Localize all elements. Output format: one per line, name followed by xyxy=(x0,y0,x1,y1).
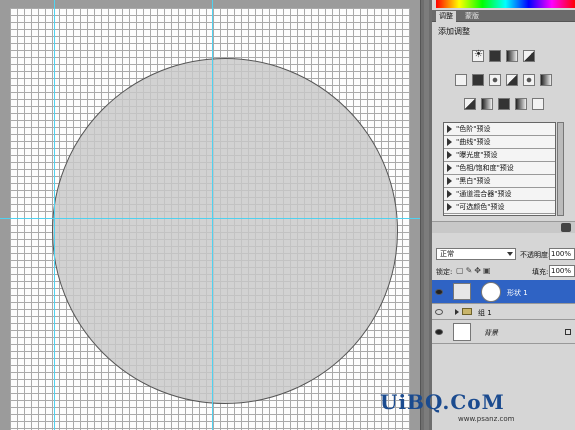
visibility-toggle-icon[interactable] xyxy=(435,309,443,315)
expand-group-icon[interactable] xyxy=(455,309,459,315)
adjustment-icons-row-1 xyxy=(432,49,575,64)
guide-vertical-center[interactable] xyxy=(212,0,213,430)
photoshop-window: 调整 蒙版 添加调整 ☀ "色阶"预设 "曲线"预设 "曝光度"预设 "色相/饱… xyxy=(0,0,575,430)
visibility-eye-icon[interactable] xyxy=(435,329,443,335)
layer-row-shape[interactable]: 形状 1 xyxy=(432,280,575,304)
color-spectrum-bar[interactable] xyxy=(436,0,575,8)
preset-item-exposure[interactable]: "曝光度"预设 xyxy=(444,149,555,162)
channel-mixer-icon[interactable] xyxy=(540,74,552,86)
expand-triangle-icon xyxy=(447,177,452,185)
lock-options[interactable]: ▢✎✥▣ xyxy=(456,266,493,275)
layer-fill-thumbnail[interactable] xyxy=(453,283,471,300)
layer-row-background[interactable]: 背景 xyxy=(432,320,575,344)
preset-item-selective-color[interactable]: "可选颜色"预设 xyxy=(444,201,555,214)
expand-triangle-icon xyxy=(447,203,452,211)
tab-adjustments[interactable]: 调整 xyxy=(436,11,456,22)
selective-color-icon[interactable] xyxy=(531,98,544,110)
curves-icon[interactable] xyxy=(506,50,518,62)
adjustments-footer xyxy=(432,221,575,233)
exposure-icon[interactable] xyxy=(523,50,535,62)
ellipse-shape[interactable] xyxy=(52,58,398,404)
layer-name: 背景 xyxy=(484,329,498,337)
lock-transparent-icon[interactable]: ▢ xyxy=(456,266,466,275)
hue-saturation-icon[interactable] xyxy=(472,74,484,86)
layer-thumbnail[interactable] xyxy=(453,323,471,341)
adjustment-icons-row-3 xyxy=(432,98,575,112)
expand-triangle-icon xyxy=(447,190,452,198)
opacity-input[interactable]: 100% xyxy=(549,248,575,260)
posterize-icon[interactable] xyxy=(480,98,493,110)
expand-triangle-icon xyxy=(447,151,452,159)
layer-name: 组 1 xyxy=(478,309,492,317)
guide-vertical-left[interactable] xyxy=(54,0,55,430)
opacity-label: 不透明度: xyxy=(520,251,551,259)
vibrance-icon[interactable] xyxy=(455,74,467,86)
color-balance-icon[interactable] xyxy=(489,74,501,86)
adjustment-icons-row-2 xyxy=(432,74,575,88)
photo-filter-icon[interactable] xyxy=(523,74,535,86)
brightness-contrast-icon[interactable] xyxy=(472,49,484,62)
lock-position-icon[interactable]: ✥ xyxy=(474,266,483,275)
watermark-logo: UiBQ.CoM xyxy=(380,390,505,414)
blend-mode-value: 正常 xyxy=(440,250,454,258)
adjustments-panel: 添加调整 " xyxy=(432,22,575,234)
vector-mask-thumbnail[interactable] xyxy=(481,282,501,302)
preset-item-channel-mixer[interactable]: "通道混合器"预设 xyxy=(444,188,555,201)
adjustments-tabbar: 调整 蒙版 xyxy=(432,10,575,22)
lock-image-icon[interactable]: ✎ xyxy=(466,266,475,275)
guide-horizontal[interactable] xyxy=(0,218,420,219)
lock-label: 锁定: xyxy=(436,268,453,276)
folder-icon xyxy=(462,308,472,315)
invert-icon[interactable] xyxy=(463,98,476,110)
canvas-area[interactable] xyxy=(0,0,420,430)
expand-triangle-icon xyxy=(447,138,452,146)
layer-name: 形状 1 xyxy=(507,289,528,297)
layer-row-group[interactable]: 组 1 xyxy=(432,304,575,320)
visibility-eye-icon[interactable] xyxy=(435,289,443,295)
blend-mode-select[interactable]: 正常 xyxy=(436,248,516,260)
fill-input[interactable]: 100% xyxy=(549,265,575,277)
preset-item-levels[interactable]: "色阶"预设 xyxy=(444,123,555,136)
gradient-map-icon[interactable] xyxy=(514,98,527,110)
lock-icon xyxy=(565,329,571,335)
threshold-icon[interactable] xyxy=(497,98,510,110)
panel-divider[interactable] xyxy=(420,0,432,430)
collapsed-panel-strip[interactable] xyxy=(424,0,429,430)
preset-item-black-white[interactable]: "黑白"预设 xyxy=(444,175,555,188)
preset-item-hue-saturation[interactable]: "色相/饱和度"预设 xyxy=(444,162,555,175)
right-panels: 调整 蒙版 添加调整 ☀ "色阶"预设 "曲线"预设 "曝光度"预设 "色相/饱… xyxy=(432,0,575,430)
presets-scrollbar[interactable] xyxy=(557,122,564,216)
chevron-down-icon xyxy=(507,252,513,256)
tab-masks[interactable]: 蒙版 xyxy=(462,11,482,22)
watermark-url: www.psanz.com xyxy=(458,415,515,423)
adjustments-title: 添加调整 xyxy=(438,27,470,36)
black-white-icon[interactable] xyxy=(506,74,518,86)
levels-icon[interactable] xyxy=(489,50,501,62)
expand-triangle-icon xyxy=(447,164,452,172)
clip-to-layer-icon[interactable] xyxy=(561,223,571,232)
expand-triangle-icon xyxy=(447,125,452,133)
presets-list: "色阶"预设 "曲线"预设 "曝光度"预设 "色相/饱和度"预设 "黑白"预设 … xyxy=(443,122,556,216)
preset-item-curves[interactable]: "曲线"预设 xyxy=(444,136,555,149)
document-canvas[interactable] xyxy=(10,8,410,430)
fill-label: 填充: xyxy=(532,268,549,276)
lock-all-icon[interactable]: ▣ xyxy=(483,266,493,275)
